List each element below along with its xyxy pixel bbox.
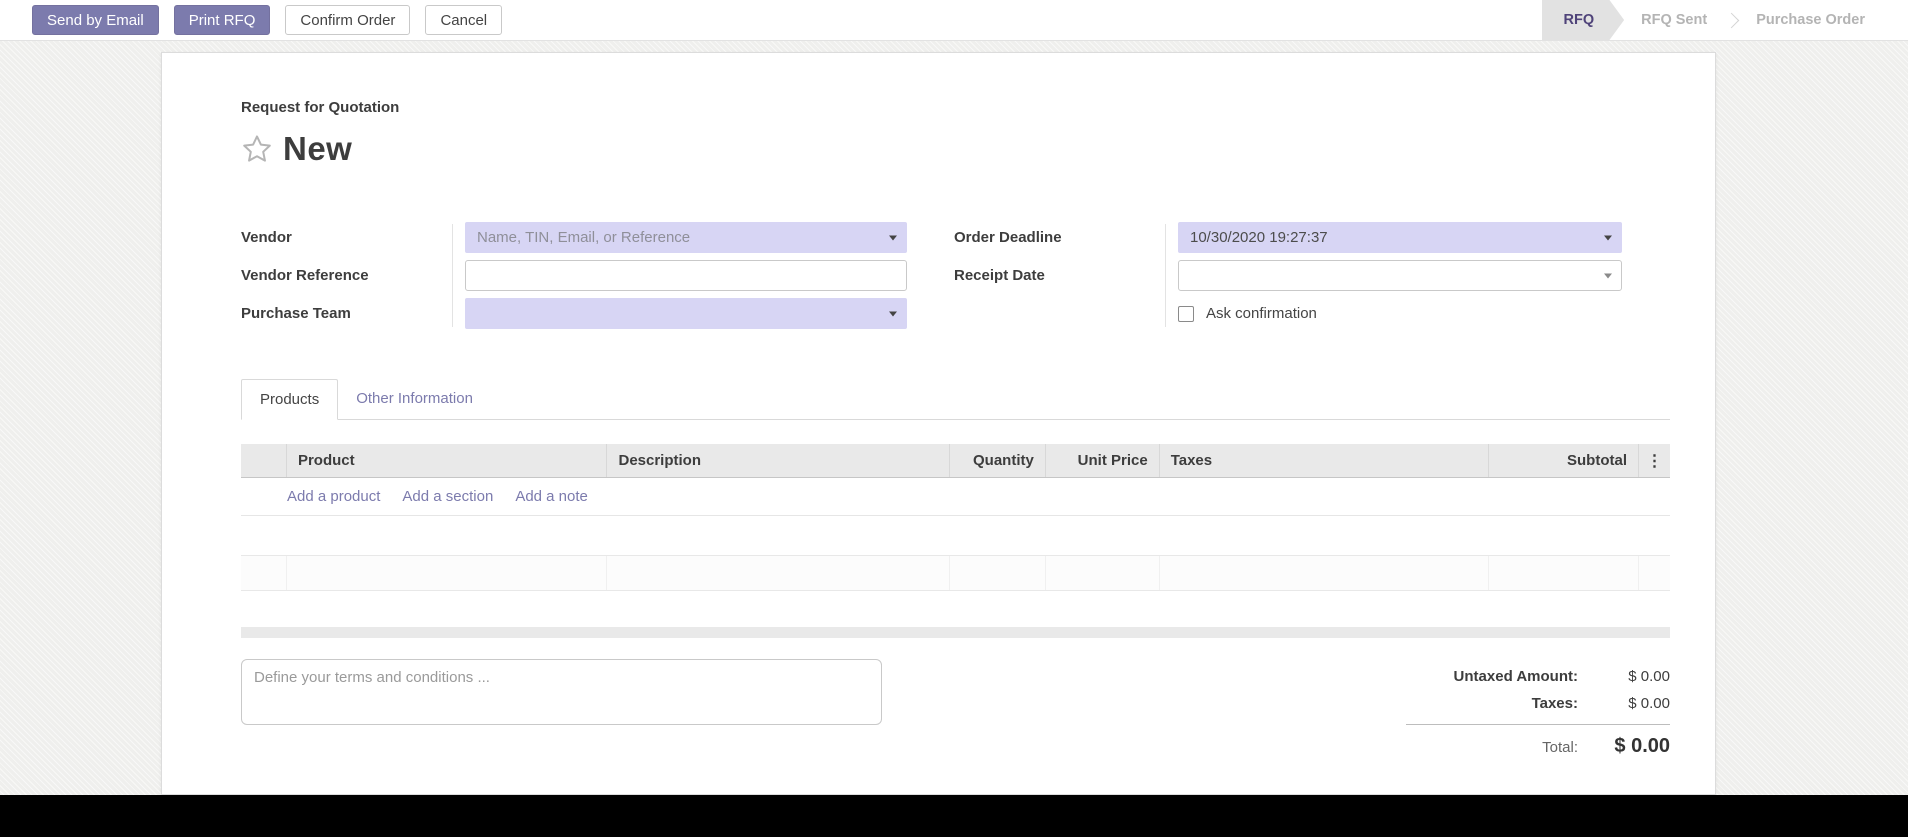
optional-columns-kebab-icon[interactable]: ⋮ (1647, 451, 1663, 471)
total-label: Total: (1542, 739, 1578, 756)
tab-other-information[interactable]: Other Information (338, 379, 491, 419)
products-table-header: Product Description Quantity Unit Price … (241, 444, 1670, 478)
vendor-reference-label: Vendor Reference (241, 267, 452, 284)
print-rfq-button[interactable]: Print RFQ (174, 5, 271, 35)
receipt-date-input[interactable] (1178, 260, 1622, 291)
terms-and-conditions-textarea[interactable] (241, 659, 882, 725)
top-action-bar: Send by Email Print RFQ Confirm Order Ca… (0, 0, 1908, 41)
field-group-left: Vendor Vendor Reference Purchase Team (241, 222, 907, 329)
order-deadline-label: Order Deadline (954, 229, 1165, 246)
taxes-label: Taxes: (1532, 695, 1578, 712)
action-buttons: Send by Email Print RFQ Confirm Order Ca… (32, 5, 502, 35)
column-header-quantity: Quantity (950, 444, 1046, 477)
totals-block: Untaxed Amount: $ 0.00 Taxes: $ 0.00 Tot… (1406, 668, 1670, 768)
total-value: $ 0.00 (1578, 735, 1670, 758)
column-header-subtotal: Subtotal (1489, 444, 1639, 477)
add-a-section-link[interactable]: Add a section (402, 488, 493, 505)
table-footer-band (241, 627, 1670, 638)
purchase-team-label: Purchase Team (241, 305, 452, 322)
send-by-email-button[interactable]: Send by Email (32, 5, 159, 35)
cancel-button[interactable]: Cancel (425, 5, 502, 35)
products-table: Product Description Quantity Unit Price … (241, 444, 1670, 638)
add-a-product-link[interactable]: Add a product (287, 488, 380, 505)
chevron-divider-icon (1724, 12, 1740, 28)
field-groups: Vendor Vendor Reference Purchase Team (241, 222, 1670, 329)
add-a-note-link[interactable]: Add a note (515, 488, 588, 505)
field-group-right: Order Deadline Receipt Date Ask confirma… (954, 222, 1622, 329)
confirm-order-button[interactable]: Confirm Order (285, 5, 410, 35)
vendor-reference-input[interactable] (465, 260, 907, 291)
add-line-row: Add a product Add a section Add a note (241, 478, 1670, 516)
empty-table-row (241, 555, 1670, 591)
tab-products[interactable]: Products (241, 379, 338, 420)
notebook-tabs: Products Other Information (241, 379, 1670, 420)
purchase-team-input[interactable] (465, 298, 907, 329)
column-header-description: Description (607, 444, 949, 477)
untaxed-amount-label: Untaxed Amount: (1454, 668, 1578, 685)
taxes-value: $ 0.00 (1578, 695, 1670, 712)
form-sheet: Request for Quotation New Vendor Vendor … (161, 52, 1716, 795)
row-handle-column (241, 444, 287, 477)
column-header-unit-price: Unit Price (1046, 444, 1160, 477)
receipt-date-label: Receipt Date (954, 267, 1165, 284)
record-title: New (283, 130, 352, 168)
statusbar-step-rfq-sent[interactable]: RFQ Sent (1624, 0, 1724, 41)
ask-confirmation-checkbox[interactable] (1178, 306, 1194, 322)
statusbar: RFQ RFQ Sent Purchase Order (1542, 0, 1882, 41)
ask-confirmation-label: Ask confirmation (1206, 305, 1317, 322)
vendor-label: Vendor (241, 229, 452, 246)
vendor-input[interactable] (465, 222, 907, 253)
totals-separator (1406, 724, 1670, 725)
column-header-taxes: Taxes (1160, 444, 1490, 477)
doc-type-label: Request for Quotation (241, 99, 1670, 116)
statusbar-step-purchase-order[interactable]: Purchase Order (1739, 0, 1882, 41)
untaxed-amount-value: $ 0.00 (1578, 668, 1670, 685)
favorite-star-icon[interactable] (241, 133, 273, 165)
column-header-product: Product (287, 444, 608, 477)
statusbar-step-rfq[interactable]: RFQ (1542, 0, 1625, 41)
bottom-black-bar (0, 795, 1908, 837)
order-deadline-input[interactable] (1178, 222, 1622, 253)
